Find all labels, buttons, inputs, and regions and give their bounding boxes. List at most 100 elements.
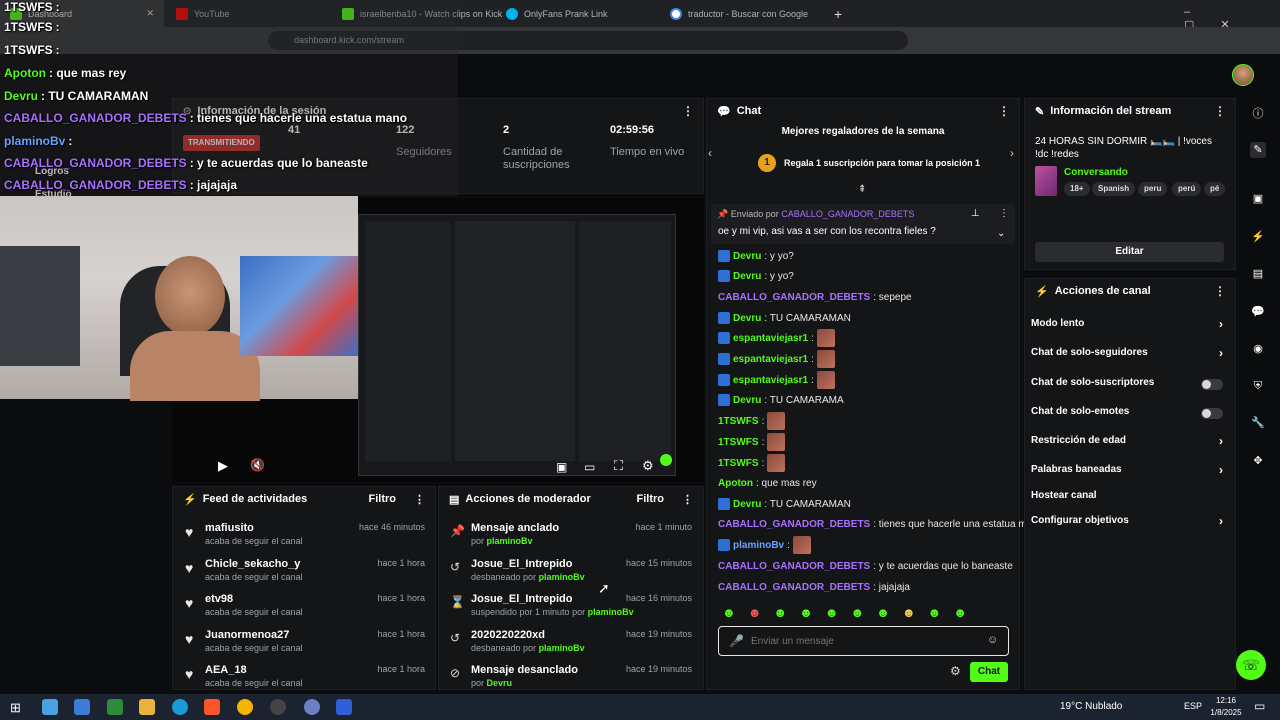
chat-settings-gear-icon[interactable]: ⚙ [950, 664, 961, 678]
edit-button[interactable]: Editar [1035, 242, 1224, 262]
stream-tag[interactable]: perú [1172, 182, 1202, 196]
new-tab-button[interactable]: + [824, 0, 848, 27]
channel-action-item[interactable]: Restricción de edad › [1031, 434, 1231, 451]
stream-tag[interactable]: peru [1138, 182, 1168, 196]
chat-input-box[interactable]: 🎤 ☺ [718, 626, 1009, 656]
mod-action-by[interactable]: plaminoBv [539, 643, 585, 653]
toggle-switch[interactable] [1201, 379, 1223, 390]
chat-username[interactable]: 1TSWFS [718, 437, 759, 448]
avatar[interactable] [1232, 64, 1254, 86]
chat-username[interactable]: espantaviejasr1 [733, 333, 808, 344]
chat-icon[interactable]: 💬 [1250, 304, 1266, 320]
chat-username[interactable]: espantaviejasr1 [733, 354, 808, 365]
emote-icon[interactable]: ☻ [928, 605, 942, 621]
support-icon[interactable]: ☏ [1236, 650, 1266, 680]
microphone-icon[interactable]: 🎤 [729, 634, 744, 648]
mute-icon[interactable]: 🔇 [250, 458, 265, 472]
chevron-down-icon[interactable]: ⌄ [997, 228, 1005, 239]
mod-action-item[interactable]: ↺ Josue_El_Intrepido desbaneado por plamin… [446, 558, 696, 592]
app-icon[interactable] [107, 699, 123, 715]
settings-gear-icon[interactable]: ⚙ [642, 458, 654, 474]
chat-username[interactable]: Devru [733, 313, 761, 324]
feed-item[interactable]: ♥ Juanormenoa27 acaba de seguir el canal ha… [183, 629, 433, 663]
chat-username[interactable]: CABALLO_GANADOR_DEBETS [718, 519, 870, 530]
emote-icon[interactable]: ☻ [902, 605, 916, 621]
emote-icon[interactable]: ☻ [876, 605, 890, 621]
puzzle-icon[interactable]: ✥ [1250, 453, 1266, 469]
mod-action-by[interactable]: plaminoBv [588, 607, 634, 617]
collapse-icon[interactable]: ⇞ [858, 184, 866, 195]
clock[interactable]: 12:16 1/8/2025 [1206, 695, 1246, 719]
theater-icon[interactable]: ▭ [584, 460, 595, 474]
broadcast-icon[interactable]: ◉ [1250, 341, 1266, 357]
pinned-menu-icon[interactable]: ⋮ [999, 208, 1009, 219]
wrench-icon[interactable]: 🔧 [1250, 415, 1266, 431]
emote-icon[interactable]: ☻ [825, 605, 839, 621]
pip-icon[interactable]: ▣ [556, 460, 567, 474]
file-explorer-icon[interactable] [139, 699, 155, 715]
channel-actions-menu-icon[interactable]: ⋮ [1214, 284, 1226, 298]
app-icon[interactable] [336, 699, 352, 715]
obs-icon[interactable] [270, 699, 286, 715]
mod-action-by[interactable]: plaminoBv [487, 536, 533, 546]
copilot-icon[interactable] [42, 699, 58, 715]
chat-username[interactable]: 1TSWFS [718, 458, 759, 469]
feed-item[interactable]: ♥ etv98 acaba de seguir el canal hace 1 hor… [183, 593, 433, 627]
tab-google[interactable]: traductor - Buscar con Google [660, 0, 824, 27]
emote-icon[interactable]: ☻ [748, 605, 762, 621]
chat-menu-icon[interactable]: ⋮ [998, 104, 1010, 118]
chat-username[interactable]: CABALLO_GANADOR_DEBETS [718, 561, 870, 572]
emoji-icon[interactable]: ☺ [987, 634, 998, 646]
chat-username[interactable]: 1TSWFS [718, 416, 759, 427]
channel-action-item[interactable]: Configurar objetivos › [1031, 514, 1231, 531]
chat-input[interactable] [751, 632, 971, 650]
shield-icon[interactable]: ⛨ [1250, 378, 1266, 394]
emote-icon[interactable]: ☻ [799, 605, 813, 621]
emote-icon[interactable]: ☻ [850, 605, 864, 621]
feed-filter-button[interactable]: Filtro [369, 493, 397, 505]
app-icon[interactable] [74, 699, 90, 715]
tab-onlyfans-prank[interactable]: OnlyFans Prank Link [496, 0, 660, 27]
app-icon[interactable] [304, 699, 320, 715]
chat-username[interactable]: Devru [733, 499, 761, 510]
emote-icon[interactable]: ☻ [722, 605, 736, 621]
pin-action-icon[interactable]: ⊥ [971, 208, 980, 219]
channel-action-item[interactable]: Chat de solo-suscriptores [1031, 377, 1231, 393]
toggle-switch[interactable] [1201, 408, 1223, 419]
gift-cta[interactable]: Regala 1 suscripción para tomar la posic… [784, 158, 980, 168]
chat-username[interactable]: Devru [733, 395, 761, 406]
pinned-by-user[interactable]: CABALLO_GANADOR_DEBETS [781, 209, 914, 219]
fullscreen-icon[interactable]: ⛶ [614, 458, 623, 474]
play-icon[interactable]: ▶ [218, 458, 228, 474]
mod-action-item[interactable]: ↺ 2020220220xd desbaneado por plaminoBv hac… [446, 629, 696, 663]
gifters-next-icon[interactable]: › [1010, 146, 1014, 160]
stream-info-menu-icon[interactable]: ⋮ [1214, 104, 1226, 118]
mod-action-item[interactable]: ⌛ Josue_El_Intrepido suspendido por 1 minu… [446, 593, 696, 627]
mod-menu-icon[interactable]: ⋮ [682, 493, 693, 506]
windows-start-icon[interactable]: ⊞ [10, 700, 21, 716]
send-chat-button[interactable]: Chat [970, 662, 1008, 682]
channel-action-item[interactable]: Chat de solo-seguidores › [1031, 346, 1231, 363]
flash-icon[interactable]: ⚡ [1250, 229, 1266, 245]
brave-icon[interactable] [204, 699, 220, 715]
mod-action-by[interactable]: Devru [487, 678, 513, 688]
category-name[interactable]: Conversando [1064, 167, 1128, 178]
channel-action-item[interactable]: Palabras baneadas › [1031, 463, 1231, 480]
edge-icon[interactable] [172, 699, 188, 715]
feed-item[interactable]: ♥ mafiusito acaba de seguir el canal hace 4… [183, 522, 433, 556]
channel-action-item[interactable]: Modo lento › [1031, 317, 1231, 334]
capture-icon[interactable]: ▣ [1250, 191, 1266, 207]
mod-action-item[interactable]: ⊘ Mensaje desanclado por Devru hace 19 minu… [446, 664, 696, 698]
stream-tag[interactable]: pé [1204, 182, 1226, 196]
feed-menu-icon[interactable]: ⋮ [414, 493, 425, 506]
channel-action-item[interactable]: Hostear canal [1031, 490, 1231, 506]
chat-username[interactable]: Apoton [718, 478, 753, 489]
session-menu-icon[interactable]: ⋮ [682, 104, 694, 118]
mod-action-item[interactable]: 📌 Mensaje anclado por plaminoBv hace 1 minu… [446, 522, 696, 556]
mod-action-by[interactable]: plaminoBv [539, 572, 585, 582]
mod-filter-button[interactable]: Filtro [637, 493, 665, 505]
channel-action-item[interactable]: Chat de solo-emotes [1031, 406, 1231, 422]
gifters-prev-icon[interactable]: ‹ [708, 146, 712, 160]
chat-username[interactable]: CABALLO_GANADOR_DEBETS [718, 292, 870, 303]
emote-icon[interactable]: ☻ [953, 605, 967, 621]
